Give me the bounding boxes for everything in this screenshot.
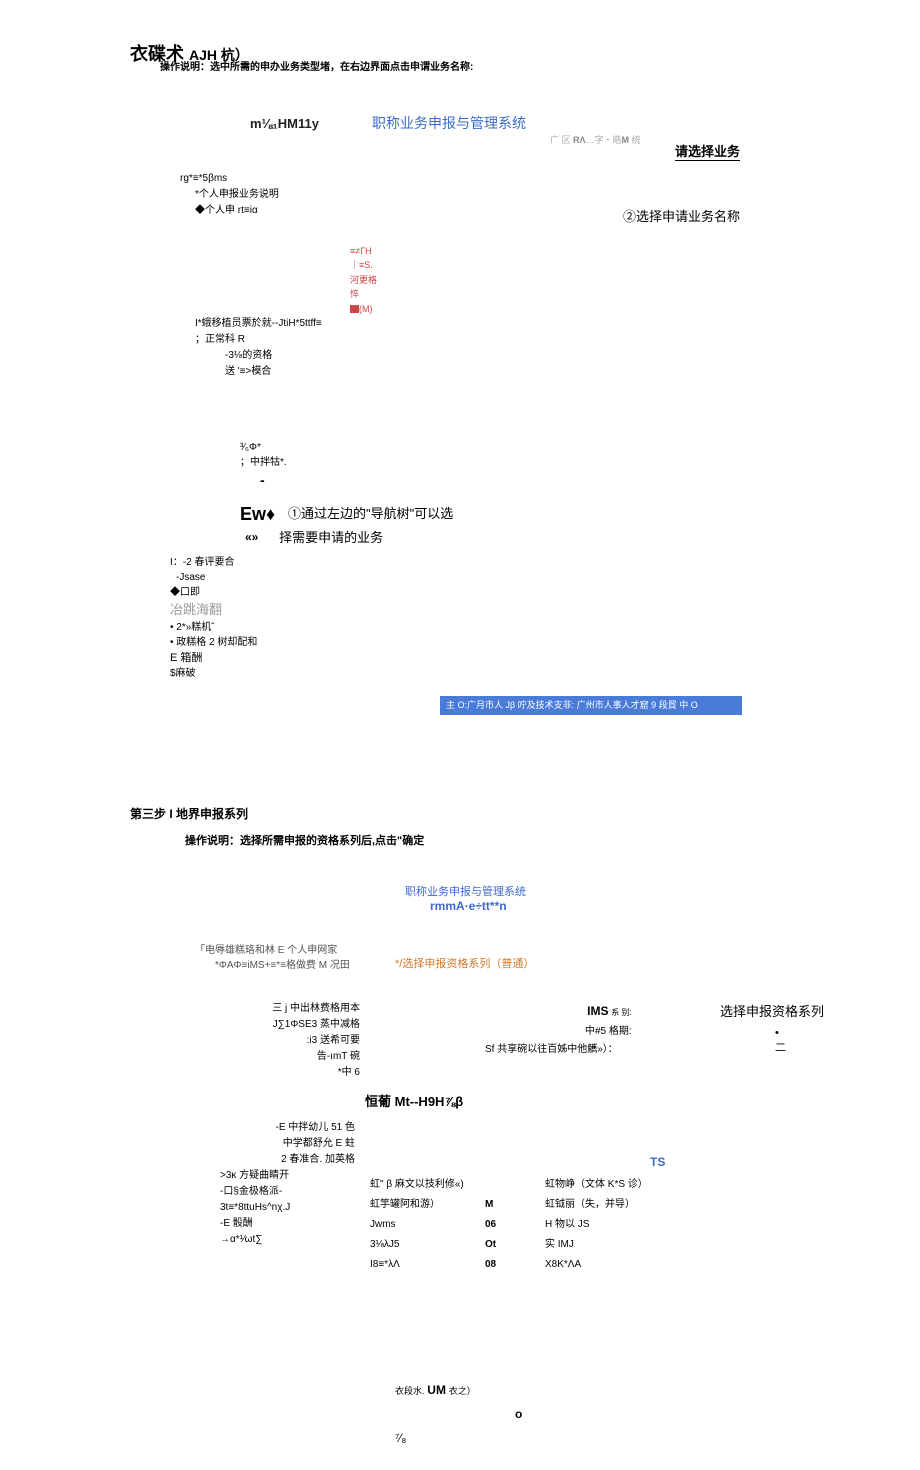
mid-row: 中#5 格期: bbox=[585, 1023, 632, 1041]
e-item: $麻破 bbox=[170, 666, 860, 681]
tree-item[interactable]: ◆个人申 rt≡iα bbox=[195, 203, 380, 219]
list-item: ◆口即 bbox=[170, 585, 860, 600]
list-item: -Jsase bbox=[176, 570, 860, 585]
step3-lower-left-list: -E 中拌幼儿 51 色 中学都舒允 E 蛀 2 春准合. 加英格 >3κ 方疑… bbox=[195, 1120, 355, 1248]
list-item: 三 j 中出林费格用本 bbox=[235, 1001, 360, 1017]
bullet-item: • 2*»糕机ˆ bbox=[170, 620, 860, 635]
list-item: 告-ımT 碗 bbox=[235, 1049, 360, 1065]
mid-line: ；中拌牯*. bbox=[240, 455, 860, 470]
list-item: J∑1ΦSE3 蒸中减格 bbox=[235, 1017, 360, 1033]
ew-label: Ew♦ bbox=[240, 501, 275, 528]
ts-label: TS bbox=[650, 1155, 665, 1169]
tree-item[interactable]: I*蛾移植员票於就--JtiH*5ttff≡ bbox=[195, 316, 380, 332]
list-item: -E 骰酬 bbox=[220, 1216, 355, 1232]
select-business-prompt: 请选择业务 bbox=[675, 141, 740, 161]
system-code: m⅛₁HM11y bbox=[250, 116, 319, 131]
dots: • 二 bbox=[775, 1026, 786, 1057]
list-item: -E 中拌幼儿 51 色 bbox=[195, 1120, 355, 1136]
lower-list: I：-2 春评要合 -Jsase ◆口即 冶跳海翻 • 2*»糕机ˆ • 政糕格… bbox=[170, 555, 860, 681]
step3-mid-labels: IMS 系 别: 中#5 格期: Sf 共享碗以往百姊中他觽»）： bbox=[585, 1001, 632, 1059]
tree-item[interactable]: 送 '≡>模合 bbox=[225, 364, 380, 380]
tree-item[interactable]: ；正常科 R bbox=[195, 332, 380, 348]
red-note: ≡≠ΓH｜≡S.河更格悴▇(M) bbox=[350, 244, 380, 316]
sf-row: Sf 共享碗以往百姊中他觽»）： bbox=[485, 1041, 632, 1059]
table-row: H 物以 JS bbox=[545, 1215, 648, 1235]
tree-root: rg*≡*5βms bbox=[180, 171, 380, 187]
nav-tree[interactable]: rg*≡*5βms *个人申报业务说明 ◆个人申 rt≡iα ≡≠ΓH｜≡S.河… bbox=[180, 171, 380, 380]
list-item: >3κ 方疑曲睛开 bbox=[220, 1168, 355, 1184]
step3-table2: 虹物峥（文体 K*S 诊） 虹钺丽（失，并导） H 物以 JS 实 IMJ X8… bbox=[545, 1175, 648, 1275]
bottom-bits: 衣段水. UM 衣之） o ⁷⁄₈ bbox=[395, 1378, 860, 1450]
list-item: 3t≡*8ttuHs^nχ.J bbox=[220, 1200, 355, 1216]
list-item: *中 6 bbox=[235, 1065, 360, 1081]
mid-line: ³⁄₆Φ* bbox=[240, 440, 860, 455]
mid-block: ³⁄₆Φ* ；中拌牯*. - Ew♦ ①通过左边的"导航树"可以选 «» 择需要… bbox=[240, 440, 860, 547]
step2-label: ②选择申请业务名称 bbox=[623, 206, 740, 225]
footer-blue-bar: 主 O:广月市人 Jβ 咛及技术支非: 广州市人事人才窟 9 段貿 中 O bbox=[440, 696, 742, 715]
table-row: X8K*ΛA bbox=[545, 1255, 648, 1275]
table-row: 虹竽罐阿和游）M bbox=[370, 1195, 496, 1215]
operation-description: 操作说明：选中所需的申办业务类型堵，在右边界面点击申谓业务名称: bbox=[160, 58, 860, 73]
list-item: -口§金极格派- bbox=[220, 1184, 355, 1200]
gray-text: 冶跳海翻 bbox=[170, 600, 860, 620]
step3-table1: 虹" β 麻文以技利修«) 虹竽罐阿和游）M Jwms06 3⅛λJ5Ot I8… bbox=[370, 1175, 496, 1275]
tree-item[interactable]: *个人申报业务说明 bbox=[195, 187, 380, 203]
table-row: I8≡*λΛ08 bbox=[370, 1255, 496, 1275]
list-item: 2 春准合. 加英格 bbox=[195, 1152, 355, 1168]
fraction: ⁷⁄₈ bbox=[395, 1426, 860, 1450]
system-title: 职称业务申报与管理系统 bbox=[372, 115, 526, 131]
table-row: 虹" β 麻文以技利修«) bbox=[370, 1175, 496, 1195]
table-row: 虹物峥（文体 K*S 诊） bbox=[545, 1175, 648, 1195]
table-row: 实 IMJ bbox=[545, 1235, 648, 1255]
o-label: o bbox=[515, 1402, 860, 1426]
table-row: Jwms06 bbox=[370, 1215, 496, 1235]
step3-title: 第三步 I 地界申报系列 bbox=[130, 805, 860, 822]
step1-text: ①通过左边的"导航树"可以选 bbox=[288, 505, 453, 523]
list-item: 中学都舒允 E 蛀 bbox=[195, 1136, 355, 1152]
step3-orange-label: */选择申报资格系列（普通） bbox=[395, 955, 860, 971]
bullet-item: • 政糕格 2 树却配和 bbox=[170, 635, 860, 650]
list-item: I：-2 春评要合 bbox=[170, 555, 860, 570]
double-arrow-icon: «» bbox=[245, 530, 258, 544]
list-item: →α*¹⁄ωt∑ bbox=[220, 1232, 355, 1248]
tree-item[interactable]: -3⅛的资格 bbox=[225, 348, 380, 364]
step3-left-list: 三 j 中出林费格用本 J∑1ΦSE3 蒸中减格 :i3 送希可要 告-ımT … bbox=[235, 1001, 360, 1081]
step3-system-title: 职称业务申报与管理系统 rmmA·e÷tt**n bbox=[405, 883, 860, 913]
list-item: :i3 送希可要 bbox=[235, 1033, 360, 1049]
table-row: 3⅛λJ5Ot bbox=[370, 1235, 496, 1255]
step3-operation-desc: 操作说明：选择所需申报的资格系列后,点击"确定 bbox=[185, 832, 860, 848]
e-item: E 箱酬 bbox=[170, 650, 860, 667]
select-series-label: 选择申报资格系列 bbox=[720, 1001, 824, 1020]
ims-label: IMS bbox=[587, 1004, 608, 1018]
mid-dash: - bbox=[260, 470, 860, 491]
step3-center-title: 恒葡 Mt--H9H⅞β bbox=[365, 1091, 860, 1110]
step1-text-l2: 择需要申请的业务 bbox=[279, 529, 383, 547]
table-row: 虹钺丽（失，并导） bbox=[545, 1195, 648, 1215]
